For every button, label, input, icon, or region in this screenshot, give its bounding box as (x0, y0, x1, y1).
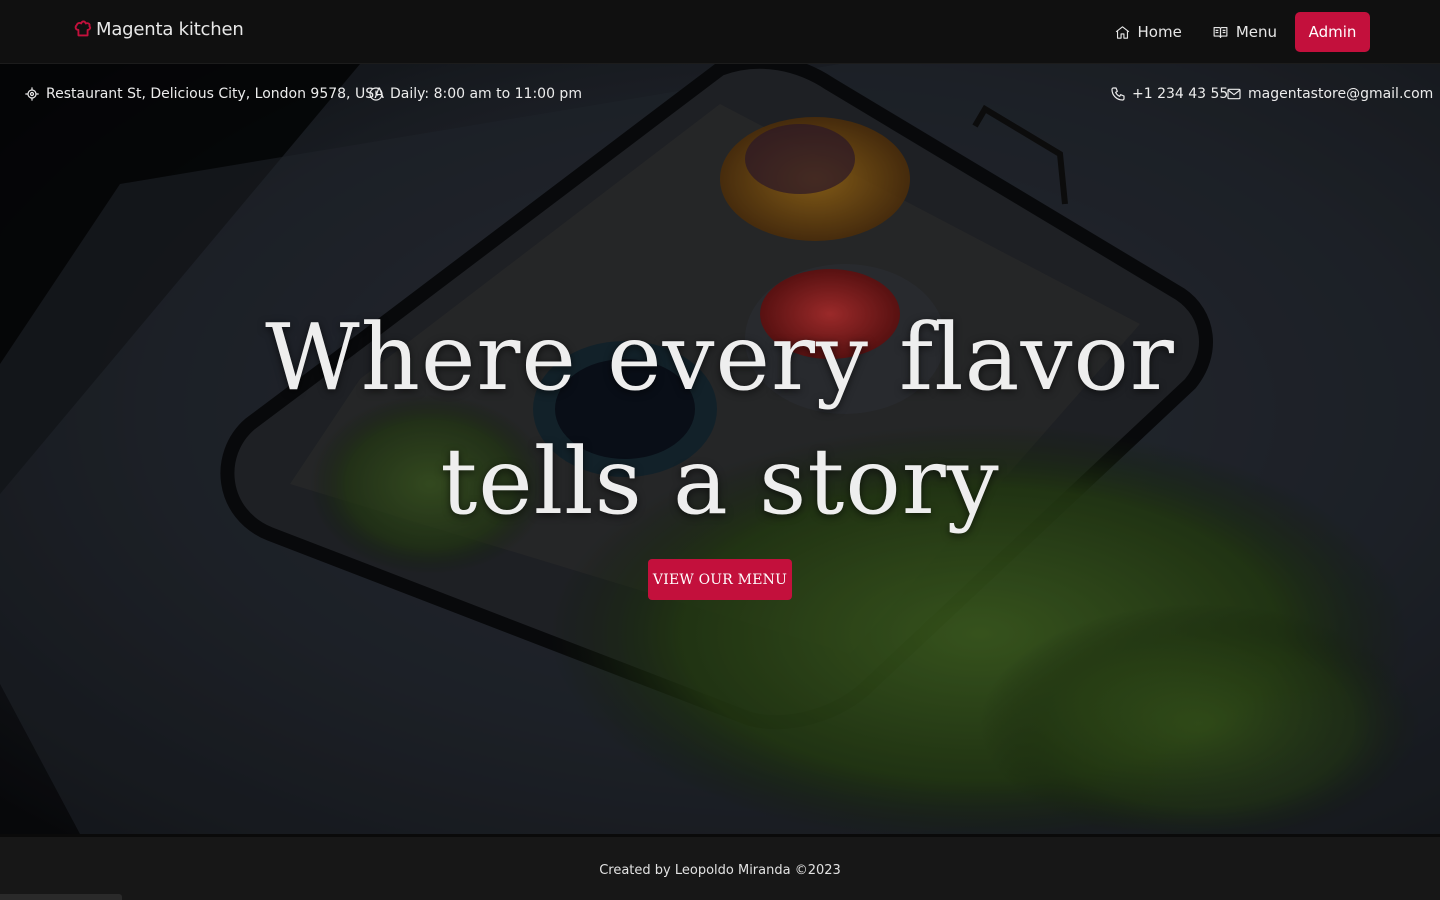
phone-item[interactable]: +1 234 43 55 (1110, 86, 1228, 102)
clock-icon (369, 87, 383, 101)
address-item: Restaurant St, Delicious City, London 95… (24, 86, 384, 102)
home-icon (1115, 25, 1129, 39)
hours-text: Daily: 8:00 am to 11:00 pm (390, 86, 582, 102)
nav-home-label: Home (1137, 23, 1182, 41)
navbar: Magenta kitchen Home Menu Admin (0, 0, 1440, 64)
admin-button[interactable]: Admin (1295, 12, 1370, 52)
headline-line-2: tells a story (440, 428, 1000, 535)
book-open-icon (1213, 26, 1228, 38)
email-item[interactable]: magentastore@gmail.com (1226, 86, 1433, 102)
headline-line-1: Where every flavor (265, 304, 1175, 411)
nav-home-link[interactable]: Home (1099, 12, 1197, 52)
brand-name: Magenta kitchen (96, 18, 244, 40)
horizontal-scrollbar[interactable] (0, 894, 122, 900)
nav-menu-link[interactable]: Menu (1197, 12, 1292, 52)
nav-menu-label: Menu (1235, 23, 1277, 41)
footer-credit: Created by Leopoldo Miranda ©2023 (599, 863, 841, 878)
phone-text: +1 234 43 55 (1132, 86, 1229, 102)
contact-bar: Restaurant St, Delicious City, London 95… (0, 82, 1440, 112)
brand-logo[interactable]: Magenta kitchen (72, 18, 244, 40)
chef-hat-icon (74, 20, 92, 37)
phone-icon (1111, 87, 1125, 101)
mail-icon (1227, 88, 1241, 100)
main-nav: Home Menu Admin (1099, 12, 1370, 52)
hours-item: Daily: 8:00 am to 11:00 pm (368, 86, 582, 102)
hero-section: Restaurant St, Delicious City, London 95… (0, 64, 1440, 834)
location-target-icon (25, 87, 39, 101)
address-text: Restaurant St, Delicious City, London 95… (46, 86, 384, 102)
footer: Created by Leopoldo Miranda ©2023 (0, 834, 1440, 900)
hero-headline: Where every flavor tells a story (0, 296, 1440, 544)
view-menu-button[interactable]: VIEW OUR MENU (648, 559, 792, 600)
email-text: magentastore@gmail.com (1248, 86, 1434, 102)
